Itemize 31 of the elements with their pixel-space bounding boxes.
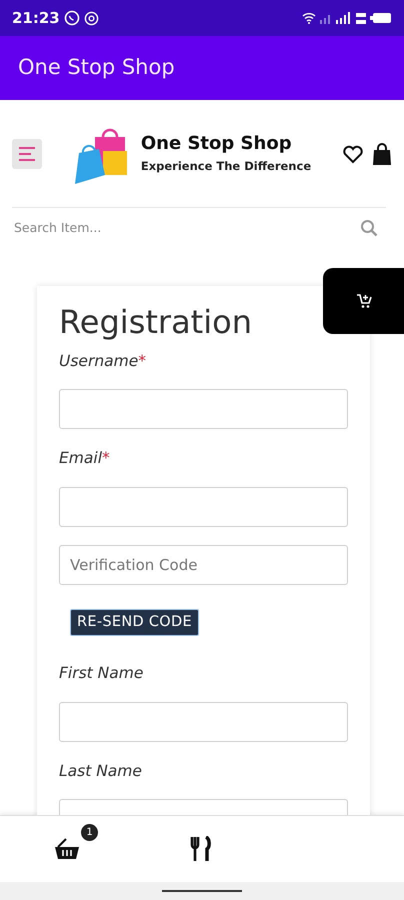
field-label: Username* <box>59 351 148 372</box>
battery-icon <box>370 12 392 24</box>
input-field[interactable] <box>59 389 348 430</box>
menu-button[interactable] <box>12 138 42 168</box>
signal-icon <box>320 12 352 24</box>
input-field[interactable] <box>59 486 348 526</box>
app-title: One Stop Shop <box>18 54 175 82</box>
search-icon[interactable] <box>360 219 378 237</box>
cutlery-button[interactable] <box>190 836 212 862</box>
field-label: Last Name <box>59 760 143 782</box>
basket-icon <box>54 838 80 860</box>
status-time: 21:23 <box>12 8 60 29</box>
field-label: First Name <box>59 663 144 684</box>
resend-code-button[interactable]: RE-SEND CODE <box>70 608 199 636</box>
menu-icon <box>18 146 36 160</box>
search-field[interactable]: Search Item... <box>12 218 360 238</box>
chat-icon <box>64 10 80 26</box>
logo-title: One Stop Shop <box>140 134 293 153</box>
input-field[interactable]: Verification Code <box>59 544 348 584</box>
form-title: Registration <box>59 306 253 338</box>
at-icon <box>84 10 99 26</box>
input-field[interactable] <box>59 702 348 742</box>
heart-icon[interactable] <box>342 144 364 164</box>
wifi-icon <box>302 12 316 24</box>
cart-plus-icon <box>356 293 372 309</box>
logo-tagline: Experience The Difference <box>140 160 312 172</box>
cart-tab[interactable] <box>323 268 404 334</box>
field-label: Email* <box>59 448 111 470</box>
cutlery-icon <box>190 836 212 862</box>
basket-count-badge: 1 <box>81 824 98 841</box>
shopping-bag-icon[interactable] <box>372 142 392 164</box>
